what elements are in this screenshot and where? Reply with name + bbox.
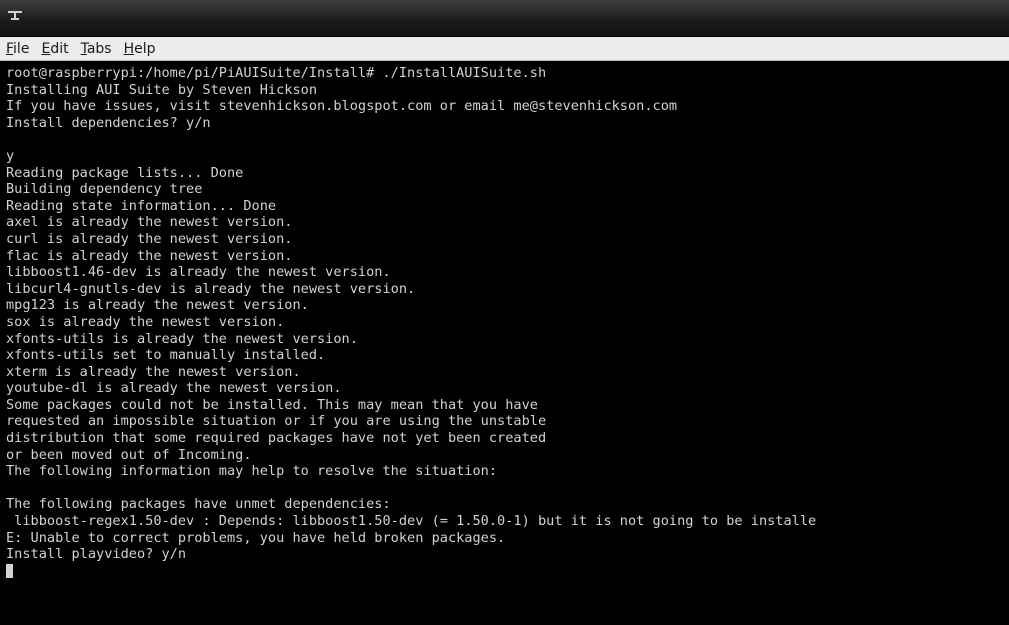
terminal-output[interactable]: root@raspberrypi:/home/pi/PiAUISuite/Ins… (0, 62, 1009, 625)
terminal-line: libboost-regex1.50-dev : Depends: libboo… (6, 513, 817, 530)
terminal-line: curl is already the newest version. (6, 230, 293, 247)
terminal-line: axel is already the newest version. (6, 214, 293, 231)
menu-bar: File Edit Tabs Help (0, 37, 1009, 61)
terminal-line: requested an impossible situation or if … (6, 413, 547, 430)
text-cursor (6, 563, 13, 578)
terminal-line: Installing AUI Suite by Steven Hickson (6, 81, 317, 98)
terminal-line: Some packages could not be installed. Th… (6, 396, 538, 413)
terminal-line: Install dependencies? y/n (6, 114, 211, 131)
terminal-line: or been moved out of Incoming. (6, 446, 252, 463)
terminal-line: root@raspberrypi:/home/pi/PiAUISuite/Ins… (6, 65, 547, 81)
terminal-line: libboost1.46-dev is already the newest v… (6, 264, 391, 281)
terminal-line: youtube-dl is already the newest version… (6, 380, 342, 397)
terminal-line: If you have issues, visit stevenhickson.… (6, 98, 678, 115)
terminal-line: distribution that some required packages… (6, 430, 547, 447)
terminal-line: sox is already the newest version. (6, 313, 285, 330)
terminal-line: Reading state information... Done (6, 197, 277, 214)
terminal-line: mpg123 is already the newest version. (6, 297, 309, 314)
terminal-line: The following packages have unmet depend… (6, 496, 391, 513)
menu-mnemonic: E (41, 40, 51, 57)
window-titlebar[interactable] (0, 0, 1009, 37)
menu-label: ile (13, 40, 30, 57)
terminal-line: The following information may help to re… (6, 463, 498, 480)
terminal-line: Building dependency tree (6, 181, 203, 198)
terminal-line: y (6, 147, 15, 164)
terminal-line: Install playvideo? y/n (6, 546, 187, 563)
terminal-line: Reading package lists... Done (6, 164, 244, 181)
menu-edit[interactable]: Edit (41, 41, 68, 57)
terminal-line: xterm is already the newest version. (6, 363, 301, 380)
menu-tabs[interactable]: Tabs (81, 41, 112, 57)
terminal-prompt-line (6, 563, 1009, 580)
terminal-line: flac is already the newest version. (6, 247, 293, 264)
menu-help[interactable]: Help (124, 41, 156, 57)
menu-file[interactable]: File (6, 41, 29, 57)
terminal-window-icon[interactable] (8, 10, 22, 22)
menu-mnemonic: H (123, 40, 135, 57)
menu-label: dit (50, 40, 69, 57)
terminal-line: libcurl4-gnutls-dev is already the newes… (6, 280, 416, 297)
menu-label: elp (134, 40, 156, 57)
menu-mnemonic: F (6, 40, 14, 57)
terminal-window: File Edit Tabs Help root@raspberrypi:/home/… (0, 0, 1009, 625)
terminal-line: xfonts-utils set to manually installed. (6, 347, 326, 364)
terminal-line: xfonts-utils is already the newest versi… (6, 330, 358, 347)
terminal-line: E: Unable to correct problems, you have … (6, 529, 506, 546)
menu-label: abs (86, 40, 112, 57)
